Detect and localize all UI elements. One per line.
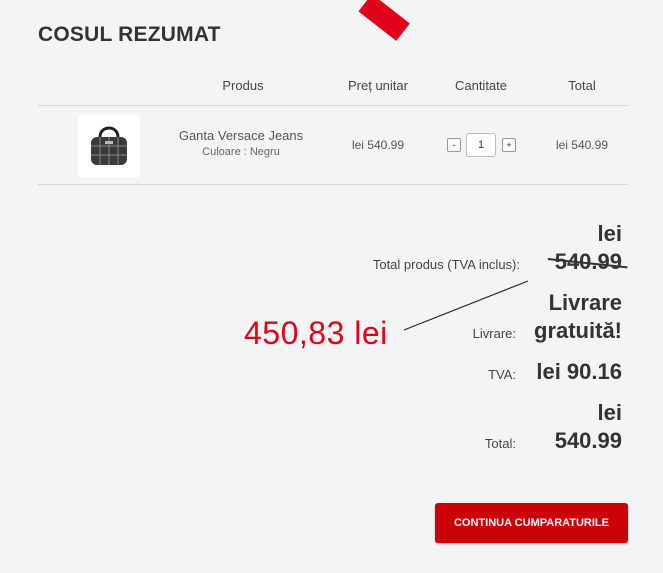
annotation-pointer-line: [403, 280, 529, 331]
continue-shopping-button[interactable]: CONTINUA CUMPARATURILE: [435, 503, 628, 543]
annotation-new-price: 450,83 lei: [244, 315, 388, 351]
